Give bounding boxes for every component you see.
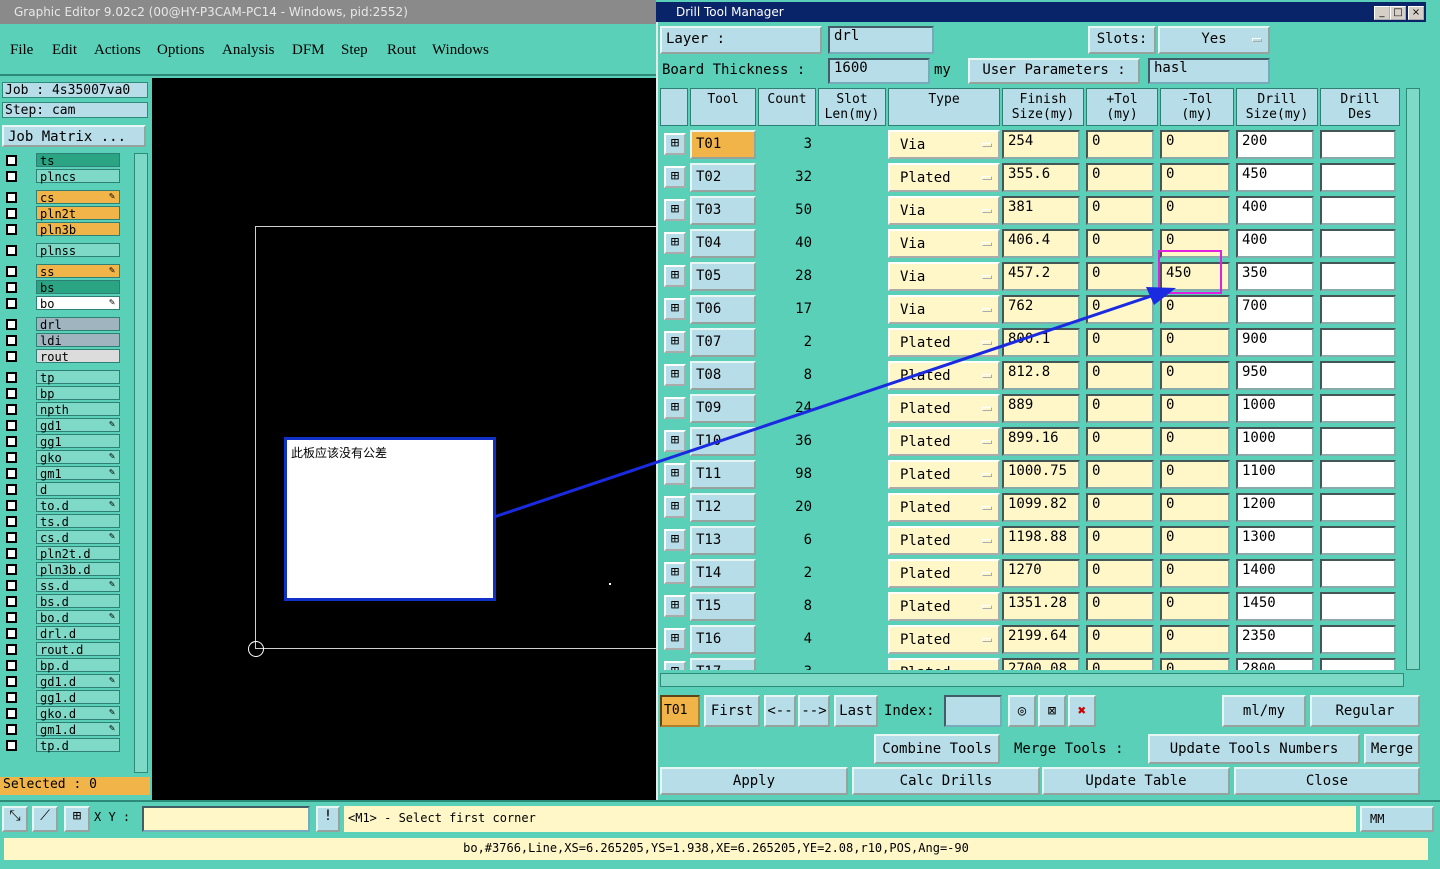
xy-label: X Y : xyxy=(94,810,131,824)
xy-field[interactable] xyxy=(142,806,310,832)
prompt-text: <M1> - Select first corner xyxy=(344,806,1356,832)
annotation-arrow xyxy=(493,287,1176,519)
arrow-line xyxy=(493,289,1167,519)
snap-icon[interactable]: ⊞ xyxy=(64,806,90,832)
measure-icon[interactable]: ⟋ xyxy=(32,806,58,832)
units-selector[interactable]: MM xyxy=(1360,806,1434,832)
zoom-icon[interactable]: ⤡ xyxy=(2,806,28,832)
info-bar: bo,#3766,Line,XS=6.265205,YS=1.938,XE=6.… xyxy=(0,836,1440,862)
arrow-head xyxy=(1146,287,1176,305)
command-bar: ⤡ ⟋ ⊞ X Y : ! <M1> - Select first corner… xyxy=(0,800,1440,832)
alert-icon[interactable]: ! xyxy=(316,806,340,832)
info-text: bo,#3766,Line,XS=6.265205,YS=1.938,XE=6.… xyxy=(4,838,1428,860)
